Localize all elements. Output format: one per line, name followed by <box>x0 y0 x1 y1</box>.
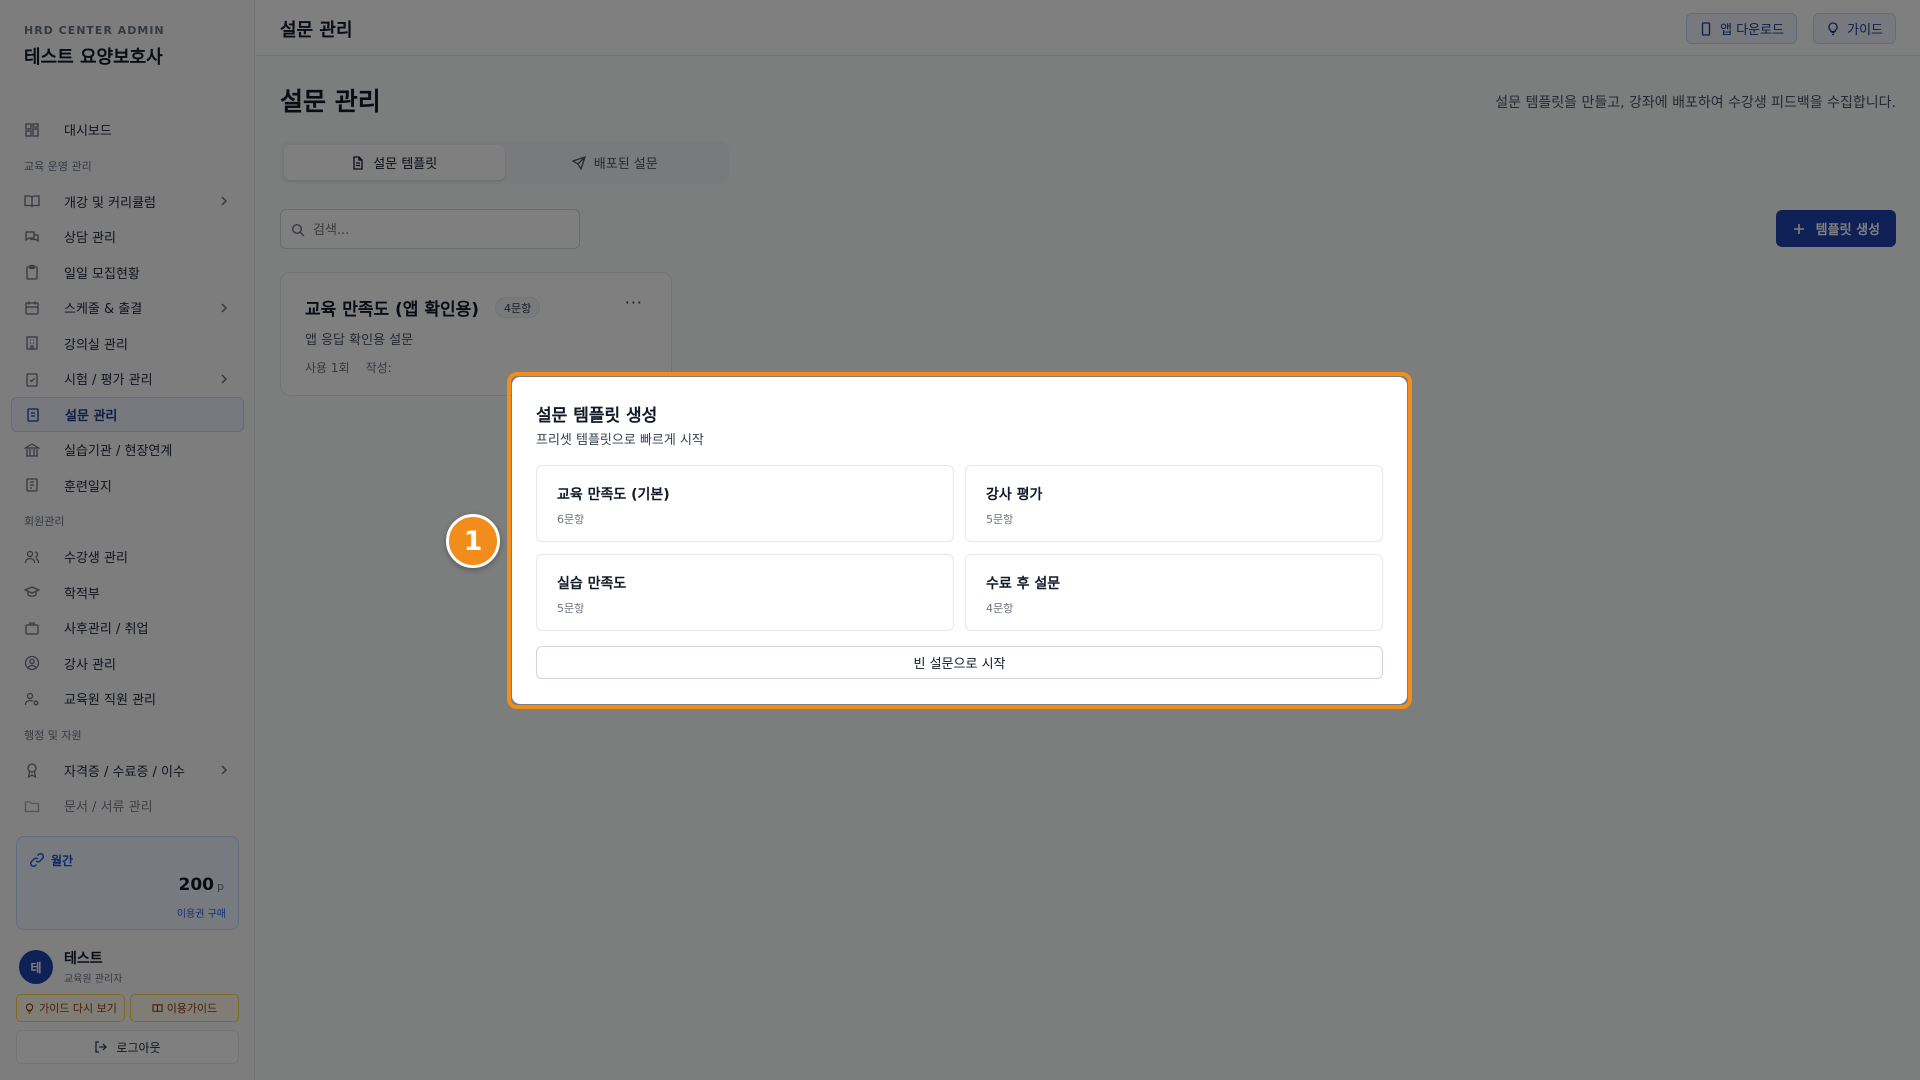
preset-name: 교육 만족도 (기본) <box>557 487 670 503</box>
preset-card[interactable]: 교육 만족도 (기본) 6문항 <box>536 465 954 542</box>
preset-name: 수료 후 설문 <box>986 576 1061 592</box>
start-blank-button[interactable]: 빈 설문으로 시작 <box>536 646 1383 679</box>
preset-count: 4문항 <box>986 602 1014 615</box>
preset-count: 6문항 <box>557 513 585 526</box>
preset-card[interactable]: 실습 만족도 5문항 <box>536 554 954 631</box>
preset-card[interactable]: 강사 평가 5문항 <box>965 465 1383 542</box>
dialog-title: 설문 템플릿 생성 <box>536 406 658 426</box>
step-marker: 1 <box>446 514 500 568</box>
create-template-dialog: 설문 템플릿 생성 프리셋 템플릿으로 빠르게 시작 교육 만족도 (기본) 6… <box>512 377 1407 704</box>
preset-name: 실습 만족도 <box>557 576 627 592</box>
preset-card[interactable]: 수료 후 설문 4문항 <box>965 554 1383 631</box>
preset-count: 5문항 <box>557 602 585 615</box>
preset-count: 5문항 <box>986 513 1014 526</box>
dialog-subtitle: 프리셋 템플릿으로 빠르게 시작 <box>536 433 704 448</box>
preset-name: 강사 평가 <box>986 487 1043 503</box>
